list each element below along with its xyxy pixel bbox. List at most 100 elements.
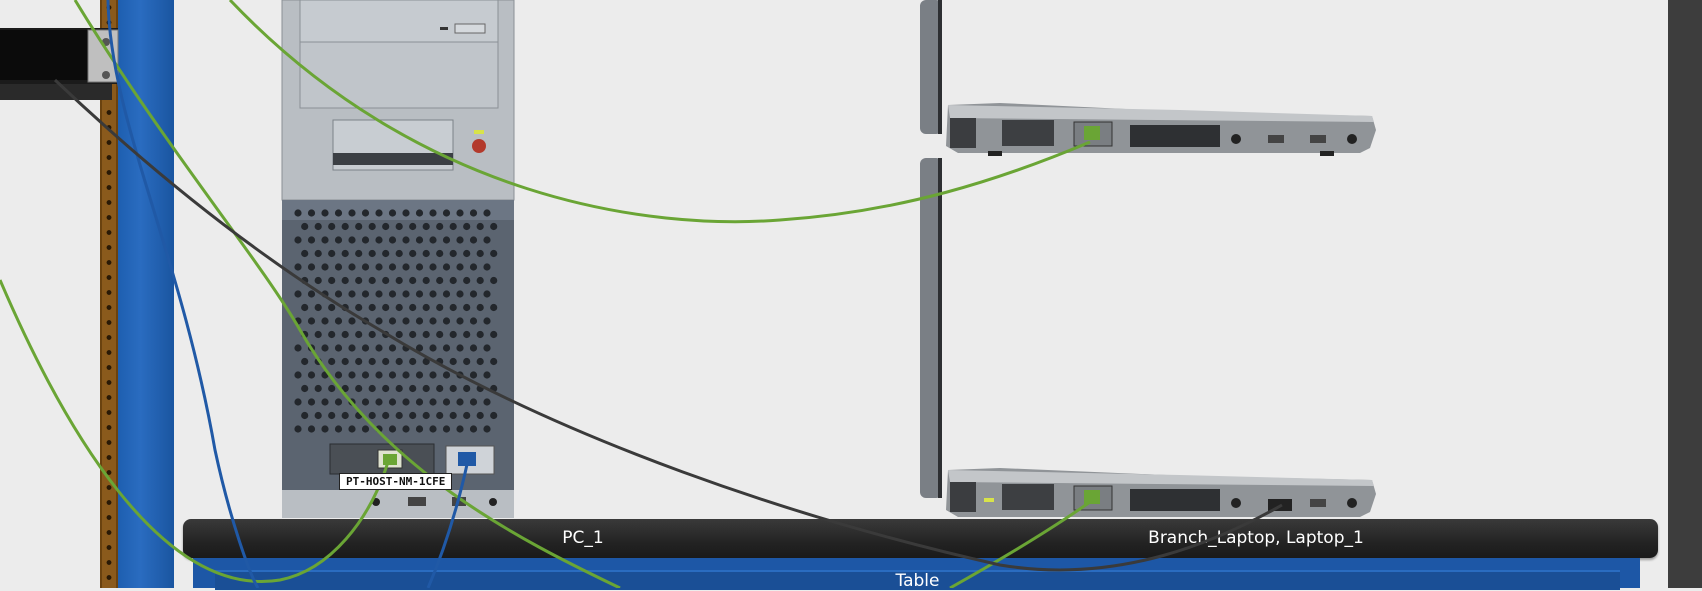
vent-hole xyxy=(355,249,363,258)
vent-hole xyxy=(469,317,478,325)
vent-hole xyxy=(442,236,451,244)
vent-hole xyxy=(463,357,471,366)
vent-hole xyxy=(422,276,430,285)
vent-hole xyxy=(361,290,370,298)
vent-hole xyxy=(442,209,451,217)
vent-hole xyxy=(442,317,451,325)
vent-hole xyxy=(382,357,390,366)
vent-hole xyxy=(436,303,444,312)
vent-hole xyxy=(490,357,498,366)
vent-hole xyxy=(388,236,397,244)
vent-hole xyxy=(449,330,457,339)
vent-hole xyxy=(483,209,491,217)
vent-hole xyxy=(415,317,424,325)
vent-hole xyxy=(415,371,424,379)
vent-hole xyxy=(395,276,403,285)
vent-hole xyxy=(341,330,349,339)
vent-hole xyxy=(375,236,383,244)
vent-hole xyxy=(422,384,430,393)
vent-hole xyxy=(375,263,383,271)
vent-hole xyxy=(388,209,397,217)
vent-hole xyxy=(294,317,302,325)
table-label: Table xyxy=(895,571,940,591)
vent-hole xyxy=(395,384,403,393)
vent-hole xyxy=(388,371,397,379)
vent-hole xyxy=(490,411,498,420)
vent-hole xyxy=(301,222,309,231)
vent-hole xyxy=(314,384,322,393)
vent-hole xyxy=(321,344,329,352)
vent-hole xyxy=(415,398,424,406)
vent-hole xyxy=(328,222,336,231)
vent-hole xyxy=(476,222,484,231)
rack-switch-icon[interactable] xyxy=(0,28,119,100)
vent-hole xyxy=(321,209,329,217)
vent-hole xyxy=(355,303,363,312)
laptop-side-icon[interactable] xyxy=(920,0,1376,156)
vent-hole xyxy=(442,398,451,406)
vent-hole xyxy=(361,344,370,352)
vent-hole xyxy=(348,425,356,433)
vent-hole xyxy=(314,303,322,312)
vent-hole xyxy=(341,411,349,420)
vent-hole xyxy=(294,371,302,379)
vent-hole xyxy=(382,330,390,339)
vent-hole xyxy=(334,263,343,271)
vent-hole xyxy=(314,330,322,339)
vent-hole xyxy=(476,330,484,339)
vent-hole xyxy=(456,344,464,352)
vent-hole xyxy=(375,371,383,379)
vent-hole xyxy=(456,371,464,379)
vent-hole xyxy=(490,249,498,258)
vent-hole xyxy=(388,398,397,406)
vent-hole xyxy=(348,317,356,325)
vent-hole xyxy=(442,290,451,298)
vent-hole xyxy=(402,371,410,379)
vent-hole xyxy=(314,249,322,258)
vent-hole xyxy=(368,330,376,339)
vent-hole xyxy=(368,357,376,366)
vent-hole xyxy=(321,398,329,406)
vent-hole xyxy=(307,317,316,325)
vent-hole xyxy=(307,263,316,271)
vent-hole xyxy=(463,411,471,420)
vent-hole xyxy=(476,357,484,366)
vent-hole xyxy=(436,411,444,420)
right-edge-panel xyxy=(1668,0,1702,588)
vent-hole xyxy=(469,263,478,271)
vent-hole xyxy=(375,290,383,298)
vent-hole xyxy=(476,303,484,312)
vent-hole xyxy=(361,317,370,325)
vent-hole xyxy=(469,236,478,244)
vent-hole xyxy=(476,384,484,393)
vent-hole xyxy=(409,222,417,231)
vent-hole xyxy=(382,222,390,231)
vent-hole xyxy=(409,276,417,285)
vent-hole xyxy=(436,357,444,366)
vent-hole xyxy=(328,357,336,366)
vent-hole xyxy=(348,290,356,298)
vent-hole xyxy=(469,290,478,298)
vent-hole xyxy=(449,303,457,312)
vent-hole xyxy=(436,384,444,393)
vent-hole xyxy=(334,344,343,352)
vent-hole xyxy=(341,303,349,312)
vent-hole xyxy=(463,222,471,231)
vent-hole xyxy=(429,344,437,352)
laptop-side-icon[interactable] xyxy=(920,158,1376,517)
vent-hole xyxy=(456,290,464,298)
vent-hole xyxy=(463,303,471,312)
vent-hole xyxy=(368,411,376,420)
vent-hole xyxy=(422,330,430,339)
desktop-tower-icon[interactable] xyxy=(281,0,515,518)
vent-hole xyxy=(415,209,424,217)
vent-hole xyxy=(382,249,390,258)
vent-hole xyxy=(429,425,437,433)
vent-hole xyxy=(307,209,316,217)
vent-hole xyxy=(314,222,322,231)
vent-hole xyxy=(449,411,457,420)
vent-hole xyxy=(375,209,383,217)
vent-hole xyxy=(341,384,349,393)
vent-hole xyxy=(321,317,329,325)
vent-hole xyxy=(415,344,424,352)
